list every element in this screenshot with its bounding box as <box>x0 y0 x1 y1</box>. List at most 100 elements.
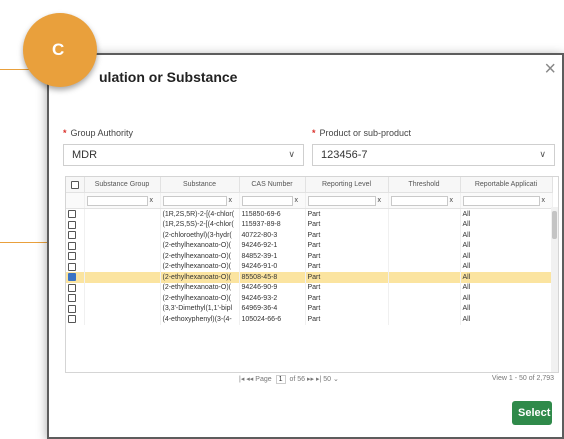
filter-reportable-application[interactable]: x <box>460 192 553 209</box>
filter-threshold[interactable]: x <box>388 192 461 209</box>
row-checkbox-cell[interactable] <box>66 219 85 230</box>
group-authority-select[interactable]: MDR ∨ <box>63 144 304 166</box>
table-row[interactable]: (2-ethylhexanoato-O)(84852-39-1 Part All <box>66 251 553 262</box>
filter-input[interactable] <box>241 195 293 206</box>
filter-cas-number[interactable]: x <box>239 192 306 209</box>
threshold-cell <box>388 240 461 251</box>
reportable-application-cell: All <box>460 219 553 230</box>
reporting-level-cell: Part <box>305 314 389 325</box>
row-checkbox-cell[interactable] <box>66 208 85 220</box>
table-row[interactable]: (2-ethylhexanoato-O)(94246-92-1 Part All <box>66 240 553 251</box>
reportable-application-cell: All <box>460 208 553 220</box>
row-checkbox[interactable] <box>68 273 76 282</box>
threshold-cell <box>388 219 461 230</box>
row-checkbox-cell[interactable] <box>66 240 85 251</box>
row-checkbox[interactable] <box>68 231 76 240</box>
table-row[interactable]: (2-chloroethyl)(3-hydr(40722-80-3 Part All <box>66 230 553 241</box>
table-row[interactable]: (2-ethylhexanoato-O)(94246-90-9 Part All <box>66 282 553 293</box>
table-row[interactable]: (2-ethylhexanoato-O)(85508-45-8 Part All <box>66 272 553 283</box>
reportable-application-cell: All <box>460 282 553 293</box>
col-header-reporting-level[interactable]: Reporting Level <box>305 177 389 193</box>
row-checkbox[interactable] <box>68 262 76 271</box>
close-icon[interactable]: × <box>544 59 556 79</box>
reporting-level-cell: Part <box>305 272 389 283</box>
page-label: Page <box>255 376 272 383</box>
table-row[interactable]: (1R,2S,5R)-2-[(4-chlor(115850-69-6 Part Al… <box>66 208 553 220</box>
page-size-select[interactable]: 50 ⌄ <box>323 376 339 383</box>
clear-filter-icon[interactable]: x <box>542 197 546 204</box>
col-header-threshold[interactable]: Threshold <box>388 177 461 193</box>
clear-filter-icon[interactable]: x <box>229 197 233 204</box>
select-button[interactable]: Select <box>512 401 552 425</box>
first-page-icon[interactable]: |◂ <box>239 376 244 383</box>
row-checkbox-cell[interactable] <box>66 261 85 272</box>
row-checkbox-cell[interactable] <box>66 251 85 262</box>
select-all-header[interactable] <box>66 177 85 193</box>
prev-page-icon[interactable]: ◂◂ <box>246 376 253 383</box>
table-row[interactable]: (3,3'-Dimethyl(1,1'-bipl 64969-36-4 Part Al… <box>66 303 553 314</box>
col-header-substance[interactable]: Substance <box>160 177 240 193</box>
group-authority-label: * Group Authority <box>63 128 133 138</box>
next-page-icon[interactable]: ▸▸ <box>307 376 314 383</box>
filter-input[interactable] <box>307 195 376 206</box>
filter-input[interactable] <box>162 195 227 206</box>
row-checkbox-cell[interactable] <box>66 272 85 283</box>
row-checkbox-cell[interactable] <box>66 230 85 241</box>
row-checkbox[interactable] <box>68 315 76 324</box>
col-header-cas-number[interactable]: CAS Number <box>239 177 306 193</box>
row-checkbox[interactable] <box>68 220 76 229</box>
row-checkbox-cell[interactable] <box>66 314 85 325</box>
filter-substance[interactable]: x <box>160 192 240 209</box>
clear-filter-icon[interactable]: x <box>450 197 454 204</box>
table-row[interactable]: (1R,2S,5S)-2-[(4-chlor(115937-89-8 Part Al… <box>66 219 553 230</box>
substance-group-cell <box>84 293 161 304</box>
table-row[interactable]: (4-ethoxyphenyl)(3-(4- 105024-66-6 Part All <box>66 314 553 325</box>
select-all-checkbox[interactable] <box>70 180 79 189</box>
cas-number-cell: 105024-66-6 <box>239 314 306 325</box>
row-checkbox-cell[interactable] <box>66 282 85 293</box>
group-authority-label-text: Group Authority <box>70 128 134 138</box>
row-checkbox[interactable] <box>68 283 76 292</box>
substance-group-cell <box>84 272 161 283</box>
grid-scrollbar[interactable] <box>551 207 558 372</box>
table-row[interactable]: (2-ethylhexanoato-O)(94246-93-2 Part All <box>66 293 553 304</box>
threshold-cell <box>388 314 461 325</box>
filter-reporting-level[interactable]: x <box>305 192 389 209</box>
filter-input[interactable] <box>390 195 448 206</box>
substance-group-cell <box>84 314 161 325</box>
row-checkbox[interactable] <box>68 210 76 219</box>
clear-filter-icon[interactable]: x <box>378 197 382 204</box>
last-page-icon[interactable]: ▸| <box>316 376 321 383</box>
clear-filter-icon[interactable]: x <box>295 197 299 204</box>
substance-group-cell <box>84 208 161 220</box>
row-checkbox[interactable] <box>68 304 76 313</box>
reporting-level-cell: Part <box>305 208 389 220</box>
row-checkbox[interactable] <box>68 294 76 303</box>
substance-group-cell <box>84 251 161 262</box>
col-header-reportable-application[interactable]: Reportable Applicati <box>460 177 553 193</box>
row-checkbox[interactable] <box>68 241 76 250</box>
product-label: * Product or sub-product <box>312 128 411 138</box>
reporting-level-cell: Part <box>305 303 389 314</box>
reporting-level-cell: Part <box>305 240 389 251</box>
cas-number-cell: 84852-39-1 <box>239 251 306 262</box>
page-number-input[interactable]: 1 <box>275 375 286 384</box>
reportable-application-cell: All <box>460 251 553 262</box>
clear-filter-icon[interactable]: x <box>150 197 154 204</box>
product-select[interactable]: 123456-7 ∨ <box>312 144 555 166</box>
row-checkbox-cell[interactable] <box>66 293 85 304</box>
required-asterisk: * <box>63 128 67 138</box>
substance-cell: (2-ethylhexanoato-O)( <box>160 272 240 283</box>
filter-input[interactable] <box>462 195 540 206</box>
filter-input[interactable] <box>86 195 148 206</box>
table-row[interactable]: (2-ethylhexanoato-O)(94246-91-0 Part All <box>66 261 553 272</box>
scrollbar-thumb[interactable] <box>552 211 557 239</box>
row-checkbox-cell[interactable] <box>66 303 85 314</box>
filter-substance-group[interactable]: x <box>84 192 161 209</box>
row-checkbox[interactable] <box>68 252 76 261</box>
reporting-level-cell: Part <box>305 293 389 304</box>
threshold-cell <box>388 293 461 304</box>
col-header-substance-group[interactable]: Substance Group <box>84 177 161 193</box>
threshold-cell <box>388 261 461 272</box>
cas-number-cell: 94246-90-9 <box>239 282 306 293</box>
